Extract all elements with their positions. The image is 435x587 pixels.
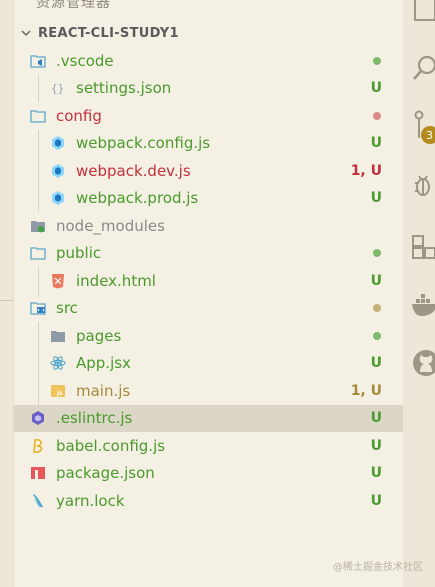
node-folder-icon (30, 218, 46, 234)
vscode-folder-icon (30, 53, 46, 69)
folder-closed-icon (50, 328, 66, 344)
folder-icon (30, 245, 46, 261)
chevron-down-icon (14, 27, 38, 39)
docker-icon[interactable] (411, 292, 435, 324)
watermark: @稀土掘金技术社区 (333, 562, 423, 573)
git-status: U (370, 272, 382, 289)
html-icon (50, 273, 66, 289)
git-status: 1, U (350, 162, 382, 179)
git-status: U (370, 80, 382, 97)
tree-item-label: .eslintrc.js (56, 409, 133, 428)
tree-item-label: settings.json (76, 79, 172, 98)
tree-item[interactable]: config (14, 102, 403, 130)
modified-dot (373, 111, 381, 120)
modified-dot (373, 56, 381, 65)
git-status: U (370, 465, 382, 482)
folder-icon (30, 108, 46, 124)
indent-guide (38, 267, 39, 295)
eslint-icon (30, 410, 46, 426)
indent-guide (38, 129, 39, 212)
git-status: U (370, 410, 382, 427)
search-icon[interactable] (411, 54, 435, 86)
tree-item-label: pages (76, 326, 122, 345)
svg-text:js: js (56, 390, 63, 397)
json-braces-icon: {} (50, 80, 66, 96)
tree-item[interactable]: .eslintrc.js U (14, 404, 403, 432)
github-icon[interactable] (411, 348, 435, 382)
tree-item[interactable]: webpack.dev.js 1, U (14, 157, 403, 185)
activity-bar: 3 (403, 0, 435, 587)
git-status: U (370, 437, 382, 454)
project-name: REACT-CLI-STUDY1 (38, 25, 179, 41)
tree-item-label: public (56, 244, 102, 263)
tree-item-label: config (56, 106, 102, 125)
yarn-icon (30, 493, 46, 509)
tree-item[interactable]: {} settings.json U (14, 75, 403, 103)
tree-item-label: App.jsx (76, 354, 131, 373)
npm-icon (30, 465, 46, 481)
babel-icon (30, 438, 46, 454)
react-icon (50, 355, 66, 371)
tree-item[interactable]: .vscode (14, 47, 403, 75)
indent-guide (38, 322, 39, 405)
extensions-icon[interactable] (411, 232, 435, 268)
modified-dot (373, 331, 381, 340)
webpack-icon (50, 135, 66, 151)
src-folder-icon (30, 300, 46, 316)
git-status: U (370, 190, 382, 207)
run-debug-icon[interactable] (411, 170, 435, 206)
file-tree: .vscode {} settings.json Uconfig webpack.con… (14, 47, 403, 515)
tree-item-label: index.html (76, 271, 156, 290)
git-status: U (370, 135, 382, 152)
tree-item[interactable]: public (14, 240, 403, 268)
git-status: U (370, 492, 382, 509)
tree-item[interactable]: babel.config.js U (14, 432, 403, 460)
tree-item-label: node_modules (56, 216, 165, 235)
tree-item[interactable]: js main.js 1, U (14, 377, 403, 405)
tree-item-label: package.json (56, 464, 155, 483)
modified-dot (373, 249, 381, 258)
explorer-title: 资源管理器 (36, 0, 111, 11)
tree-item[interactable]: webpack.config.js U (14, 130, 403, 158)
tree-item-label: .vscode (56, 51, 114, 70)
webpack-icon (50, 190, 66, 206)
tree-item[interactable]: src (14, 295, 403, 323)
tree-item-label: src (56, 299, 78, 318)
tree-item[interactable]: package.json U (14, 460, 403, 488)
scm-badge: 3 (421, 126, 435, 144)
tree-item[interactable]: App.jsx U (14, 350, 403, 378)
tree-item[interactable]: webpack.prod.js U (14, 185, 403, 213)
tree-item[interactable]: yarn.lock U (14, 487, 403, 515)
explorer-panel: 资源管理器 REACT-CLI-STUDY1 .vscode {} settings… (14, 0, 403, 587)
project-section-header[interactable]: REACT-CLI-STUDY1 (14, 20, 403, 46)
webpack-icon (50, 163, 66, 179)
tree-item-label: babel.config.js (56, 436, 166, 455)
svg-text:{}: {} (51, 82, 64, 95)
indent-guide (38, 74, 39, 102)
git-status: U (370, 355, 382, 372)
tree-item-label: webpack.prod.js (76, 189, 199, 208)
tree-item[interactable]: pages (14, 322, 403, 350)
tree-item[interactable]: index.html U (14, 267, 403, 295)
tree-item-label: yarn.lock (56, 491, 125, 510)
tree-item-label: webpack.dev.js (76, 161, 191, 180)
tree-item-label: main.js (76, 381, 131, 400)
git-status: 1, U (350, 382, 382, 399)
js-icon: js (50, 383, 66, 399)
modified-dot (373, 304, 381, 313)
tree-item-label: webpack.config.js (76, 134, 211, 153)
tree-item[interactable]: node_modules (14, 212, 403, 240)
editor-edge (0, 0, 14, 587)
files-icon[interactable] (411, 0, 435, 28)
